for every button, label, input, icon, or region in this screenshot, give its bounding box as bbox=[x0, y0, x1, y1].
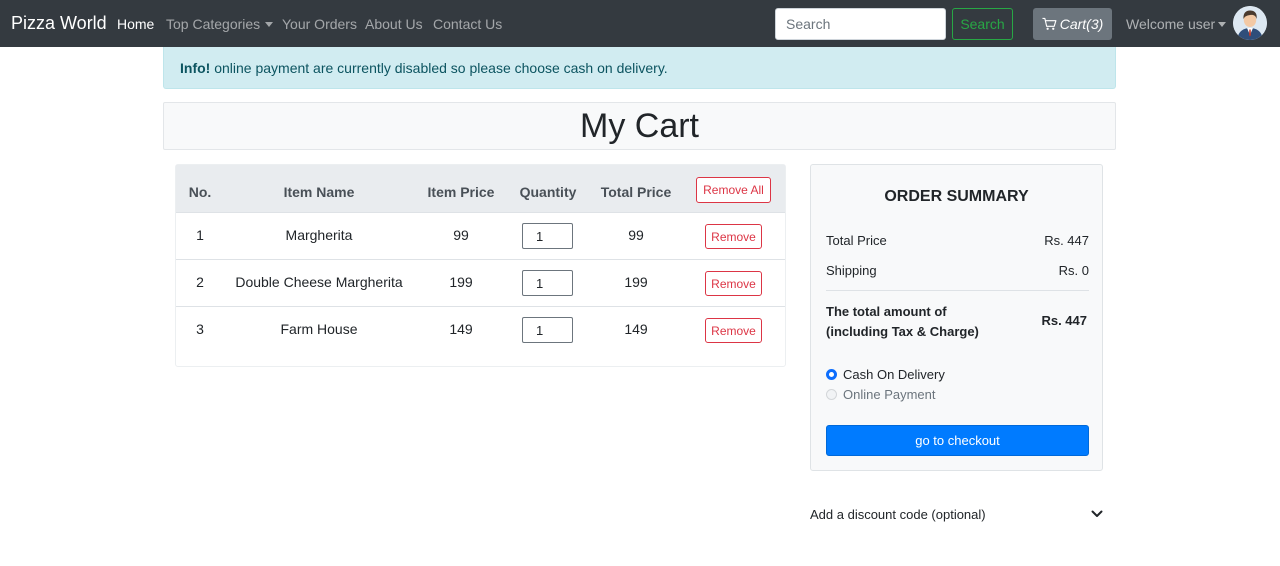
welcome-label: Welcome user bbox=[1126, 16, 1216, 32]
summary-title: ORDER SUMMARY bbox=[884, 188, 1029, 205]
remove-button[interactable]: Remove bbox=[705, 224, 762, 249]
total-amount-label: The total amount of (including Tax & Cha… bbox=[826, 302, 1006, 342]
discount-toggle[interactable]: Add a discount code (optional) bbox=[810, 507, 1103, 523]
row-item-price: 99 bbox=[453, 227, 469, 243]
radio-online-label: Online Payment bbox=[843, 387, 936, 402]
page-title: My Cart bbox=[580, 107, 699, 145]
caret-down-icon bbox=[1218, 22, 1227, 27]
header-quantity: Quantity bbox=[519, 184, 577, 200]
radio-cash-on-delivery[interactable]: Cash On Delivery bbox=[826, 367, 945, 382]
row-item-name: Farm House bbox=[280, 321, 358, 337]
radio-cash-label: Cash On Delivery bbox=[843, 367, 945, 382]
summary-divider bbox=[826, 290, 1089, 291]
brand-logo[interactable]: Pizza World bbox=[11, 13, 107, 34]
summary-shipping-row: Shipping Rs. 0 bbox=[826, 263, 1089, 278]
quantity-input[interactable] bbox=[522, 270, 573, 296]
cart-table: No. Item Name Item Price Quantity Total … bbox=[175, 164, 786, 367]
cart-header: My Cart bbox=[163, 102, 1116, 150]
checkout-button[interactable]: go to checkout bbox=[826, 425, 1089, 456]
navbar: Pizza World Home Top Categories Your Ord… bbox=[0, 0, 1280, 47]
shipping-value: Rs. 0 bbox=[1058, 263, 1089, 278]
cart-label: Cart(3) bbox=[1059, 16, 1104, 32]
nav-your-orders[interactable]: Your Orders bbox=[282, 16, 357, 32]
user-avatar-icon bbox=[1233, 6, 1267, 40]
row-item-price: 199 bbox=[449, 274, 473, 290]
remove-all-button[interactable]: Remove All bbox=[696, 177, 771, 203]
table-header: No. Item Name Item Price Quantity Total … bbox=[176, 165, 785, 213]
row-total-price: 149 bbox=[624, 321, 648, 337]
user-menu[interactable]: Welcome user bbox=[1126, 16, 1227, 32]
header-item-name: Item Name bbox=[283, 184, 355, 200]
table-row: 2 Double Cheese Margherita 199 199 Remov… bbox=[176, 260, 785, 307]
row-item-name: Margherita bbox=[285, 227, 353, 243]
row-item-price: 149 bbox=[449, 321, 473, 337]
total-amount-label-line1: The total amount of bbox=[826, 304, 947, 319]
radio-disabled-icon bbox=[826, 389, 837, 400]
caret-down-icon bbox=[265, 22, 274, 27]
alert-text: online payment are currently disabled so… bbox=[210, 60, 668, 76]
total-amount-label-line2: (including Tax & Charge) bbox=[826, 324, 979, 339]
cart-button[interactable]: Cart(3) bbox=[1033, 8, 1112, 40]
order-summary: ORDER SUMMARY Total Price Rs. 447 Shippi… bbox=[810, 164, 1103, 471]
avatar[interactable] bbox=[1233, 6, 1267, 40]
radio-checked-icon[interactable] bbox=[826, 369, 837, 380]
nav-top-categories[interactable]: Top Categories bbox=[166, 16, 274, 32]
info-alert: Info! online payment are currently disab… bbox=[163, 47, 1116, 89]
total-price-label: Total Price bbox=[826, 233, 887, 248]
row-total-price: 199 bbox=[624, 274, 648, 290]
row-no: 2 bbox=[196, 274, 204, 290]
shipping-label: Shipping bbox=[826, 263, 877, 278]
table-row: 1 Margherita 99 99 Remove bbox=[176, 213, 785, 260]
quantity-input[interactable] bbox=[522, 317, 573, 343]
summary-total-price-row: Total Price Rs. 447 bbox=[826, 233, 1089, 248]
chevron-down-icon bbox=[1091, 510, 1103, 517]
nav-about-us[interactable]: About Us bbox=[365, 16, 423, 32]
total-amount-value: Rs. 447 bbox=[1041, 313, 1087, 328]
search-input[interactable] bbox=[775, 8, 946, 40]
row-no: 1 bbox=[196, 227, 204, 243]
nav-contact-us[interactable]: Contact Us bbox=[433, 16, 502, 32]
discount-label: Add a discount code (optional) bbox=[810, 507, 986, 522]
search-button[interactable]: Search bbox=[952, 8, 1013, 40]
nav-top-categories-label: Top Categories bbox=[166, 16, 261, 32]
remove-button[interactable]: Remove bbox=[705, 271, 762, 296]
cart-icon bbox=[1042, 17, 1057, 30]
remove-button[interactable]: Remove bbox=[705, 318, 762, 343]
table-row: 3 Farm House 149 149 Remove bbox=[176, 307, 785, 354]
header-item-price: Item Price bbox=[427, 184, 495, 200]
row-total-price: 99 bbox=[628, 227, 644, 243]
header-no: No. bbox=[188, 184, 212, 200]
nav-home[interactable]: Home bbox=[117, 16, 154, 32]
header-total-price: Total Price bbox=[600, 184, 672, 200]
total-price-value: Rs. 447 bbox=[1044, 233, 1089, 248]
quantity-input[interactable] bbox=[522, 223, 573, 249]
row-no: 3 bbox=[196, 321, 204, 337]
alert-strong: Info! bbox=[180, 60, 211, 76]
radio-online-payment: Online Payment bbox=[826, 387, 936, 402]
row-item-name: Double Cheese Margherita bbox=[235, 274, 403, 290]
